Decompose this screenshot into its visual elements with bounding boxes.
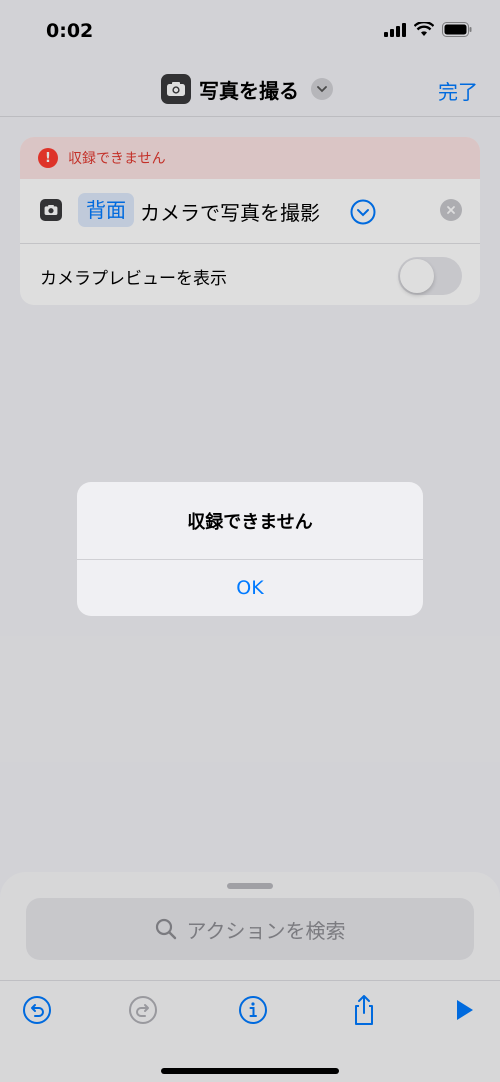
alert-dialog: 収録できません OK: [77, 482, 423, 616]
alert-ok-button[interactable]: OK: [77, 560, 423, 616]
alert-title: 収録できません: [187, 511, 313, 533]
